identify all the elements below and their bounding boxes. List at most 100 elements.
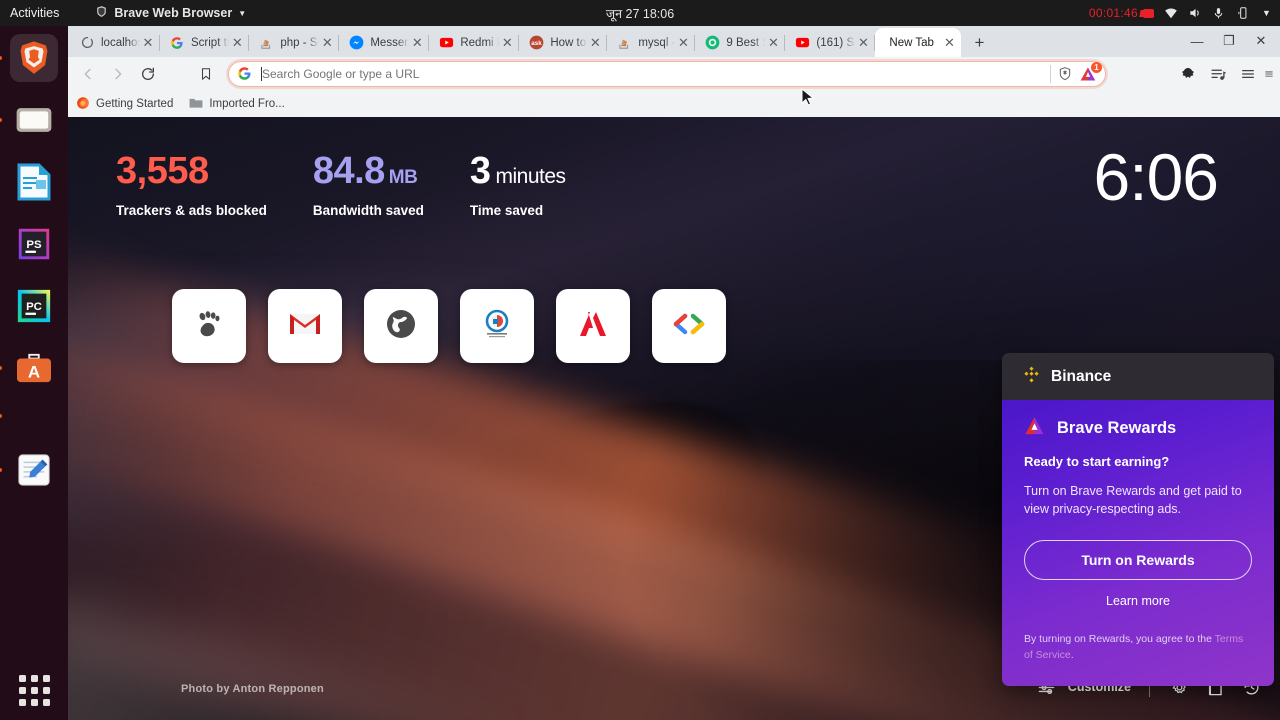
record-icon xyxy=(1143,8,1154,18)
minimize-button[interactable]: — xyxy=(1182,30,1212,52)
window-controls: — ❐ ✕ xyxy=(1182,30,1276,52)
dock-item-brave[interactable] xyxy=(0,34,58,82)
tab-title: Script ti xyxy=(191,36,230,49)
new-tab-page: 3,558 Trackers & ads blocked 84.8 MB Band… xyxy=(68,117,1280,720)
close-tab-icon[interactable]: ✕ xyxy=(855,35,871,51)
dock-item-libreoffice-writer[interactable] xyxy=(10,158,58,206)
close-tab-icon[interactable]: ✕ xyxy=(499,35,515,51)
stat-label: Trackers & ads blocked xyxy=(116,203,267,218)
menu-icon[interactable] xyxy=(1234,60,1262,88)
stackoverflow-icon xyxy=(616,35,632,51)
browser-tab[interactable]: php - Sc ✕ xyxy=(249,28,340,57)
brave-browser-window: localhos ✕ Script ti ✕ php - Sc ✕ Messen… xyxy=(68,26,1280,720)
top-site-tile[interactable] xyxy=(460,289,534,363)
photo-credit: Photo by Anton Repponen xyxy=(181,683,324,695)
close-tab-icon[interactable]: ✕ xyxy=(229,35,245,51)
ask-icon: ask xyxy=(528,35,544,51)
brave-leo-icon[interactable] xyxy=(1174,60,1202,88)
close-tab-icon[interactable]: ✕ xyxy=(140,35,156,51)
stat-value: 84.8 xyxy=(312,150,385,192)
svg-text:A: A xyxy=(28,362,40,381)
tab-title: Messen xyxy=(370,36,410,49)
grid-dot xyxy=(43,675,50,682)
dock-item-ubuntu-software[interactable]: A xyxy=(0,344,58,392)
browser-tab[interactable]: localhos ✕ xyxy=(70,28,160,57)
grid-dot xyxy=(31,675,38,682)
activities-button[interactable]: Activities xyxy=(0,6,71,20)
google-code-icon xyxy=(672,312,706,341)
desktop-screen: Activities Brave Web Browser ▼ जून 27 18… xyxy=(0,0,1280,720)
brave-rewards-icon[interactable]: 1 xyxy=(1079,62,1102,82)
address-bar[interactable]: 1 xyxy=(228,61,1106,87)
omnibox-actions: 1 xyxy=(1050,62,1102,83)
files-icon xyxy=(14,100,54,140)
tab-title: 9 Best S xyxy=(726,36,765,49)
ubuntu-dock: PS PC A xyxy=(0,26,68,720)
bookmark-label: Getting Started xyxy=(96,98,174,110)
stat-trackers-blocked: 3,558 Trackers & ads blocked xyxy=(116,152,267,218)
top-site-tile[interactable] xyxy=(268,289,342,363)
dock-item-text-editor[interactable] xyxy=(0,446,58,494)
bookmark-getting-started[interactable]: Getting Started xyxy=(76,96,173,113)
browser-tab[interactable]: Messen ✕ xyxy=(339,28,430,57)
restore-button[interactable]: ❐ xyxy=(1214,30,1244,52)
ntp-clock: 6:06 xyxy=(1093,140,1219,214)
brave-icon xyxy=(14,38,54,78)
binance-title: Binance xyxy=(1051,367,1112,385)
stat-time-saved: 3 minutes Time saved xyxy=(470,152,566,218)
close-tab-icon[interactable]: ✕ xyxy=(675,35,691,51)
tab-title: localhos xyxy=(101,36,140,49)
dock-item-pycharm[interactable]: PC xyxy=(10,282,58,330)
browser-tab[interactable]: Script ti ✕ xyxy=(160,28,250,57)
binance-widget-header[interactable]: Binance xyxy=(1002,353,1274,400)
dock-item-files[interactable] xyxy=(0,96,58,144)
top-site-tile[interactable] xyxy=(172,289,246,363)
grid-dot xyxy=(31,687,38,694)
top-site-tile[interactable] xyxy=(652,289,726,363)
rewards-brand: Brave Rewards xyxy=(1024,416,1252,440)
playlist-icon[interactable] xyxy=(1204,60,1232,88)
browser-tab[interactable]: mysql - ✕ xyxy=(607,28,696,57)
text-editor-icon xyxy=(14,450,54,490)
browser-tab[interactable]: ask How to ✕ xyxy=(519,28,608,57)
bookmark-imported-folder[interactable]: Imported Fro... xyxy=(189,97,285,112)
learn-more-link[interactable]: Learn more xyxy=(1024,594,1252,608)
browser-tab[interactable]: 9 Best S ✕ xyxy=(695,28,786,57)
top-site-tile[interactable] xyxy=(364,289,438,363)
browser-tab[interactable]: (161) Sc ✕ xyxy=(785,28,876,57)
grid-dot xyxy=(43,699,50,706)
screen-recorder-indicator: 00:01:46 xyxy=(1089,6,1154,20)
top-site-tile[interactable] xyxy=(556,289,630,363)
bookmark-icon[interactable] xyxy=(192,60,220,88)
close-tab-icon[interactable]: ✕ xyxy=(587,35,603,51)
reload-icon[interactable] xyxy=(134,60,162,88)
system-status-area[interactable]: 00:01:46 ▼ xyxy=(1089,6,1274,21)
binance-icon xyxy=(1022,365,1041,389)
youtube-icon xyxy=(438,35,454,51)
running-indicator xyxy=(0,414,2,418)
new-tab-button[interactable]: + xyxy=(965,29,993,57)
chevron-down-icon[interactable]: ▼ xyxy=(1259,6,1274,21)
gnome-top-bar: Activities Brave Web Browser ▼ जून 27 18… xyxy=(0,0,1280,26)
stat-unit: MB xyxy=(388,167,418,188)
browser-tab[interactable]: Redmi N ✕ xyxy=(429,28,520,57)
show-applications-button[interactable] xyxy=(19,675,50,706)
close-tab-icon[interactable]: ✕ xyxy=(319,35,335,51)
close-tab-icon[interactable]: ✕ xyxy=(941,35,957,51)
turn-on-rewards-button[interactable]: Turn on Rewards xyxy=(1024,540,1252,581)
search-input[interactable] xyxy=(262,67,1050,81)
rewards-headline: Ready to start earning? xyxy=(1024,454,1170,469)
close-window-button[interactable]: ✕ xyxy=(1246,30,1276,52)
sidebar-icon[interactable] xyxy=(1264,60,1274,88)
forward-icon[interactable] xyxy=(104,60,132,88)
chevron-down-icon: ▼ xyxy=(238,8,247,18)
close-tab-icon[interactable]: ✕ xyxy=(765,35,781,51)
brave-shields-icon[interactable] xyxy=(1057,66,1073,82)
app-menu-brave[interactable]: Brave Web Browser ▼ xyxy=(95,5,246,21)
volume-icon xyxy=(1187,6,1202,21)
dock-item-phpstorm[interactable]: PS xyxy=(10,220,58,268)
dock-item-unknown-app[interactable] xyxy=(0,406,58,426)
browser-tab-active[interactable]: New Tab ✕ xyxy=(875,28,962,57)
close-tab-icon[interactable]: ✕ xyxy=(409,35,425,51)
back-icon[interactable] xyxy=(74,60,102,88)
